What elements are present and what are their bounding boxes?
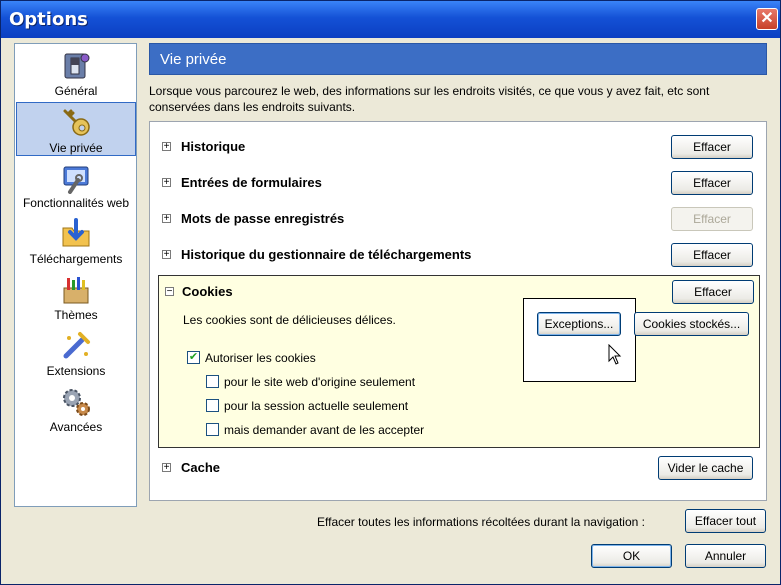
sidebar-item-privacy[interactable]: Vie privée [16, 102, 136, 156]
clear-all-label: Effacer toutes les informations récoltée… [317, 515, 645, 529]
puzzle-icon [63, 332, 90, 359]
cookies-description: Les cookies sont de délicieuses délices. [183, 313, 396, 327]
panel-title: Vie privée [160, 51, 227, 68]
stored-cookies-button[interactable]: Cookies stockés... [634, 312, 749, 336]
mouse-cursor-icon [608, 344, 622, 365]
close-icon: ✕ [760, 10, 774, 27]
clear-all-button[interactable]: Effacer tout [685, 509, 766, 533]
clear-cookies-button[interactable]: Effacer [672, 280, 754, 304]
expand-icon[interactable]: + [162, 142, 171, 152]
clear-cache-button[interactable]: Vider le cache [658, 456, 753, 480]
section-title: Historique du gestionnaire de télécharge… [181, 247, 472, 262]
privacy-sections: + Historique Effacer + Entrées de formul… [149, 121, 767, 501]
clear-downloads-button[interactable]: Effacer [671, 243, 753, 267]
close-button[interactable]: ✕ [756, 8, 778, 30]
checkbox-label: Autoriser les cookies [205, 351, 316, 365]
sidebar-item-web-features[interactable]: Fonctionnalités web [16, 158, 136, 212]
sidebar-item-themes[interactable]: Thèmes [16, 270, 136, 324]
origin-site-only-checkbox[interactable] [206, 375, 219, 388]
key-icon [63, 109, 90, 136]
sidebar-item-general[interactable]: Général [16, 46, 136, 100]
switch-icon [64, 53, 90, 79]
cancel-button[interactable]: Annuler [685, 544, 766, 568]
sidebar-item-label: Téléchargements [29, 252, 123, 266]
expand-icon[interactable]: + [162, 250, 171, 260]
clear-history-button[interactable]: Effacer [671, 135, 753, 159]
sidebar-item-label: Avancées [49, 420, 103, 434]
section-saved-passwords: + Mots de passe enregistrés Effacer [150, 203, 766, 235]
wrench-icon [63, 166, 89, 194]
ask-before-accept-checkbox[interactable] [206, 423, 219, 436]
checkbox-label: pour le site web d'origine seulement [224, 375, 416, 389]
section-title: Historique [181, 139, 246, 154]
checkbox-label: mais demander avant de les accepter [224, 423, 425, 437]
cookies-section: − Cookies Effacer Les cookies sont de dé… [158, 275, 760, 448]
title-bar[interactable]: Options ✕ [1, 1, 780, 38]
download-folder-icon [62, 218, 90, 247]
section-form-entries: + Entrées de formulaires Effacer [150, 167, 766, 199]
clear-forms-button[interactable]: Effacer [671, 171, 753, 195]
window-title: Options [9, 9, 88, 30]
panel-header: Vie privée [149, 43, 767, 75]
section-title: Entrées de formulaires [181, 175, 322, 190]
options-window: Options ✕ Général Vie privée Fonctionnal… [0, 0, 781, 585]
section-cache: + Cache Vider le cache [150, 452, 766, 484]
section-title: Mots de passe enregistrés [181, 211, 345, 226]
panel-description: Lorsque vous parcourez le web, des infor… [149, 84, 710, 114]
session-only-checkbox[interactable] [206, 399, 219, 412]
sidebar-item-label: Thèmes [54, 308, 98, 322]
allow-cookies-checkbox[interactable]: ✔ [187, 351, 200, 364]
focus-frame [523, 298, 636, 382]
section-title: Cache [181, 460, 221, 475]
section-history: + Historique Effacer [150, 131, 766, 163]
sidebar-item-label: Fonctionnalités web [22, 196, 130, 210]
clear-passwords-button: Effacer [671, 207, 753, 231]
exceptions-button[interactable]: Exceptions... [537, 312, 621, 336]
sidebar-item-label: Général [54, 84, 98, 98]
expand-icon[interactable]: + [162, 178, 171, 188]
sidebar-item-extensions[interactable]: Extensions [16, 326, 136, 380]
section-title: Cookies [182, 284, 233, 299]
expand-icon[interactable]: + [162, 463, 171, 473]
expand-icon[interactable]: + [162, 214, 171, 224]
section-download-history: + Historique du gestionnaire de téléchar… [150, 239, 766, 271]
paint-icon [63, 277, 89, 304]
collapse-icon[interactable]: − [165, 287, 174, 297]
sidebar-item-advanced[interactable]: Avancées [16, 382, 136, 436]
sidebar-item-downloads[interactable]: Téléchargements [16, 214, 136, 268]
checkbox-label: pour la session actuelle seulement [224, 399, 409, 413]
ok-button[interactable]: OK [591, 544, 672, 568]
category-sidebar: Général Vie privée Fonctionnalités web T… [14, 43, 137, 507]
gears-icon [63, 389, 90, 416]
sidebar-item-label: Vie privée [49, 141, 103, 155]
sidebar-item-label: Extensions [46, 364, 106, 378]
